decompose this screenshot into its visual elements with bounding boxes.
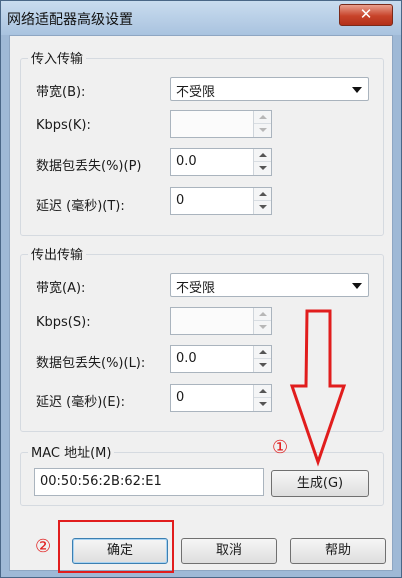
highlight-box — [58, 520, 174, 573]
step-marker-2: ② — [35, 536, 52, 557]
step-marker-1: ① — [272, 437, 289, 458]
annotation-arrow — [289, 309, 347, 467]
down-arrow-icon — [289, 309, 347, 467]
